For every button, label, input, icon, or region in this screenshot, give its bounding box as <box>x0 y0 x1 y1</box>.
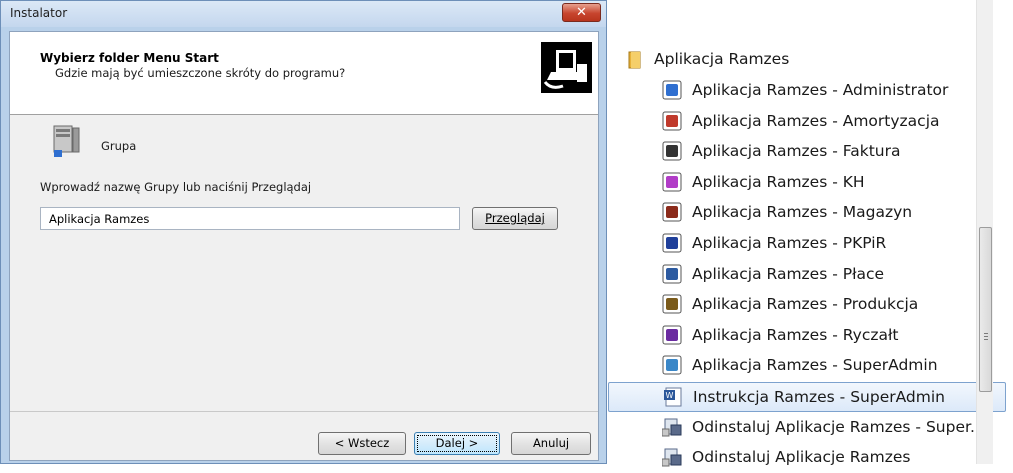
start-menu-item[interactable]: Aplikacja Ramzes - Płace <box>608 260 1006 290</box>
next-button-label: Dalej > <box>435 436 479 450</box>
header-divider <box>10 114 598 115</box>
magazyn-icon <box>662 202 682 222</box>
place-icon <box>662 264 682 284</box>
page-subtitle: Gdzie mają być umieszczone skróty do pro… <box>55 66 346 80</box>
produkcja-icon <box>662 294 682 314</box>
kh-icon <box>662 172 682 192</box>
footer-divider <box>10 411 598 412</box>
start-menu-item-label: Odinstaluj Aplikacje Ramzes - Super... <box>692 418 985 436</box>
browse-button-label: Przeglądaj <box>485 211 545 225</box>
start-menu-item[interactable]: Aplikacja Ramzes - SuperAdmin <box>608 351 1006 381</box>
back-button-label: < Wstecz <box>334 436 390 450</box>
start-menu-item[interactable]: Aplikacja Ramzes - PKPiR <box>608 229 1006 259</box>
start-menu-folder[interactable]: Aplikacja Ramzes <box>608 45 1006 75</box>
start-menu-item-label: Aplikacja Ramzes - SuperAdmin <box>692 356 938 374</box>
next-button[interactable]: Dalej > <box>414 432 500 455</box>
start-menu-item-label: Aplikacja Ramzes - Ryczałt <box>692 326 899 344</box>
administrator-icon <box>662 80 682 100</box>
start-menu-item-label: Aplikacja Ramzes - Administrator <box>692 81 949 99</box>
start-menu-item[interactable]: Aplikacja Ramzes - Administrator <box>608 76 1006 106</box>
vertical-scrollbar[interactable] <box>976 0 993 464</box>
faktura-icon <box>662 141 682 161</box>
start-menu-item[interactable]: Aplikacja Ramzes - Amortyzacja <box>608 107 1006 137</box>
uninstall-icon <box>662 448 682 467</box>
start-menu-item[interactable]: Aplikacja Ramzes - Faktura <box>608 137 1006 167</box>
folder-icon <box>628 51 641 69</box>
start-menu-item[interactable]: Aplikacja Ramzes - KH <box>608 168 1006 198</box>
close-button[interactable]: ✕ <box>562 3 601 22</box>
installer-computer-icon <box>541 42 592 93</box>
program-group-icon <box>53 125 80 157</box>
start-menu-item-label: Aplikacja Ramzes - Płace <box>692 265 885 283</box>
word-document-icon: W <box>664 387 682 407</box>
group-name-input[interactable] <box>40 207 460 230</box>
start-menu-item-label: Aplikacja Ramzes - Amortyzacja <box>692 112 940 130</box>
start-menu-item[interactable]: Aplikacja Ramzes - Magazyn <box>608 198 1006 228</box>
amortyzacja-icon <box>662 111 682 131</box>
start-menu-item[interactable]: Odinstaluj Aplikacje Ramzes - Super... <box>608 413 1006 443</box>
wizard-header: Wybierz folder Menu Start Gdzie mają być… <box>10 32 598 114</box>
installer-client-area: Wybierz folder Menu Start Gdzie mają być… <box>9 31 599 461</box>
close-icon: ✕ <box>576 5 587 20</box>
back-button[interactable]: < Wstecz <box>318 432 406 455</box>
start-menu-item-label: Aplikacja Ramzes - Produkcja <box>692 295 919 313</box>
start-menu-item-label: Aplikacja Ramzes - PKPiR <box>692 234 887 252</box>
start-menu-item-label: Aplikacja Ramzes - KH <box>692 173 865 191</box>
ryczalt-icon <box>662 325 682 345</box>
start-menu-item[interactable]: W Instrukcja Ramzes - SuperAdmin <box>608 382 1006 412</box>
pkpir-icon <box>662 233 682 253</box>
installer-window: Instalator ✕ Wybierz folder Menu Start G… <box>0 0 607 464</box>
start-menu-item[interactable]: Aplikacja Ramzes - Produkcja <box>608 290 1006 320</box>
start-menu-item-label: Aplikacja Ramzes - Magazyn <box>692 203 913 221</box>
uninstall-icon <box>662 418 682 437</box>
start-menu-item-label: Instrukcja Ramzes - SuperAdmin <box>693 388 946 406</box>
page-title: Wybierz folder Menu Start <box>40 51 219 65</box>
start-menu-item[interactable]: Aplikacja Ramzes - Ryczałt <box>608 321 1006 351</box>
start-menu-item-label: Aplikacja Ramzes - Faktura <box>692 142 901 160</box>
group-label: Grupa <box>101 139 137 153</box>
scrollbar-thumb[interactable] <box>979 227 992 392</box>
cancel-button[interactable]: Anuluj <box>511 432 591 455</box>
group-prompt: Wprowadź nazwę Grupy lub naciśnij Przegl… <box>40 180 312 194</box>
start-menu-programs-list: Aplikacja Ramzes Aplikacja Ramzes - Admi… <box>608 0 1013 467</box>
cancel-button-label: Anuluj <box>532 436 570 450</box>
superadmin-icon <box>662 355 682 375</box>
folder-label: Aplikacja Ramzes <box>654 50 790 68</box>
title-bar[interactable]: Instalator ✕ <box>1 1 606 27</box>
browse-button[interactable]: Przeglądaj <box>472 207 558 230</box>
start-menu-item[interactable]: Odinstaluj Aplikacje Ramzes <box>608 443 1006 473</box>
svg-text:W: W <box>666 391 674 400</box>
start-menu-item-label: Odinstaluj Aplikacje Ramzes <box>692 448 911 466</box>
window-title: Instalator <box>10 6 68 20</box>
